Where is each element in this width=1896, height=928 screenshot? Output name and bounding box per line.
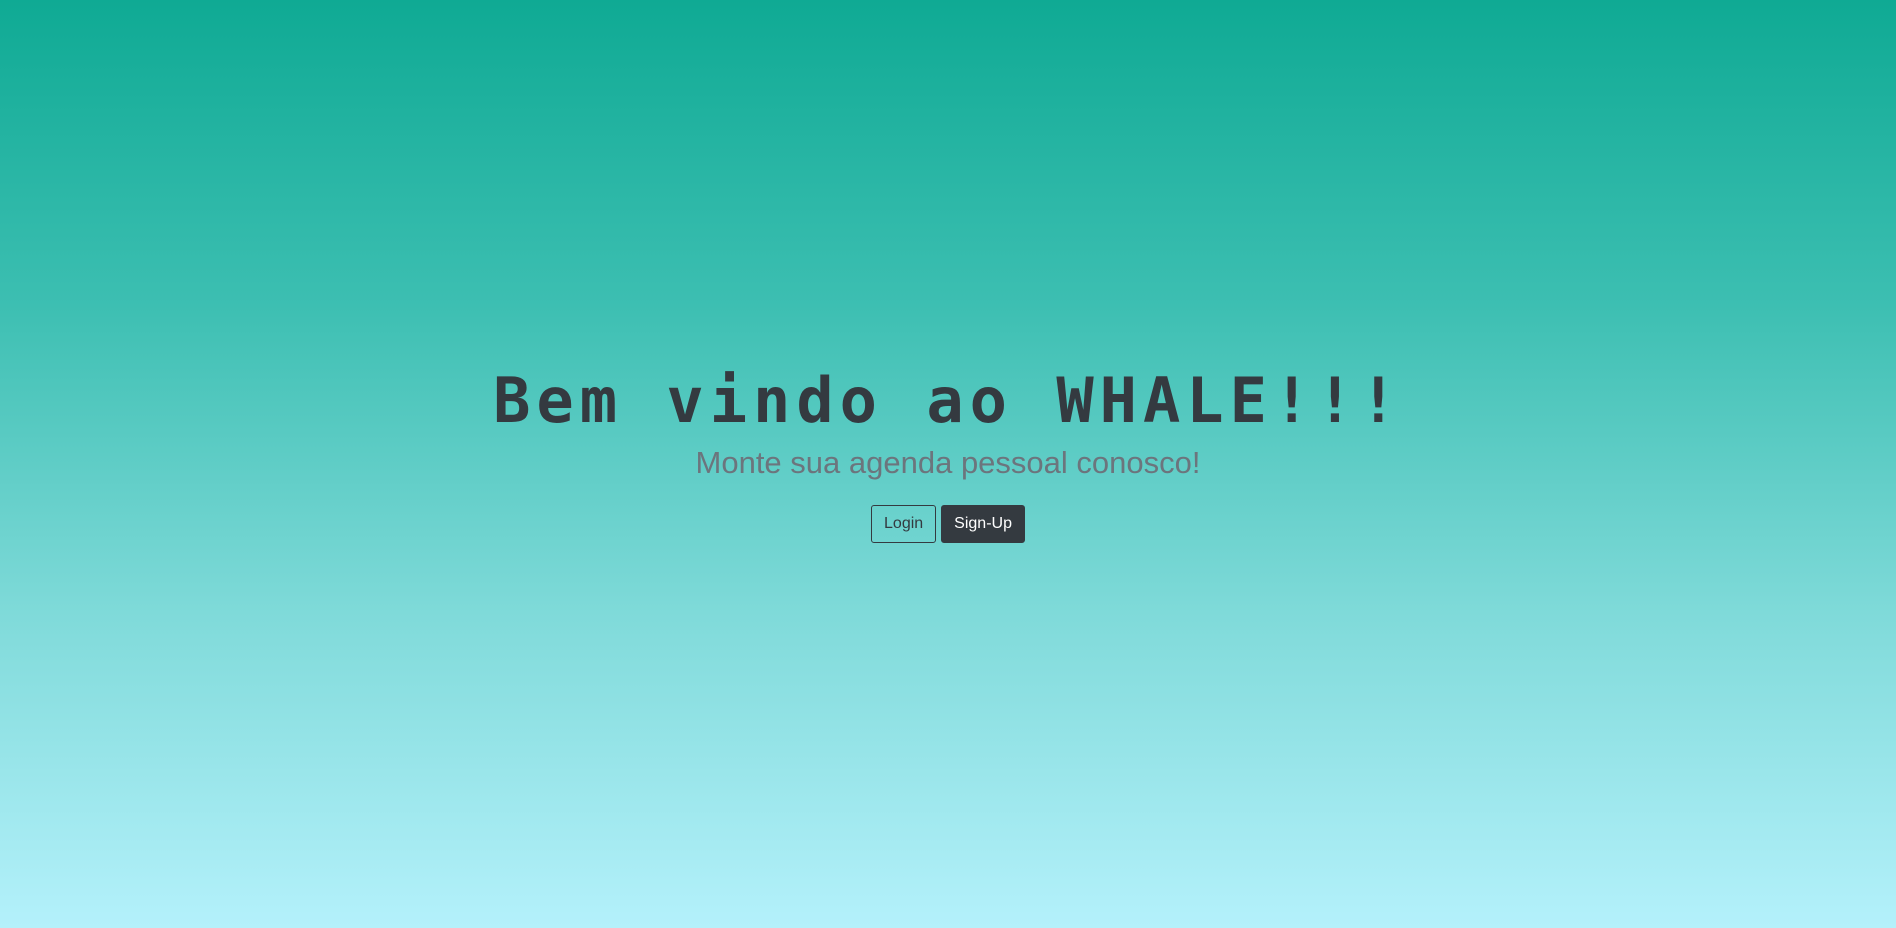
page-title: Bem vindo ao WHALE!!!: [493, 364, 1403, 437]
login-button[interactable]: Login: [871, 505, 937, 543]
hero-actions: Login Sign-Up: [0, 505, 1896, 543]
page-subtitle: Monte sua agenda pessoal conosco!: [695, 445, 1201, 480]
signup-button[interactable]: Sign-Up: [941, 505, 1025, 543]
hero-section: Bem vindo ao WHALE!!! Monte sua agenda p…: [0, 365, 1896, 543]
